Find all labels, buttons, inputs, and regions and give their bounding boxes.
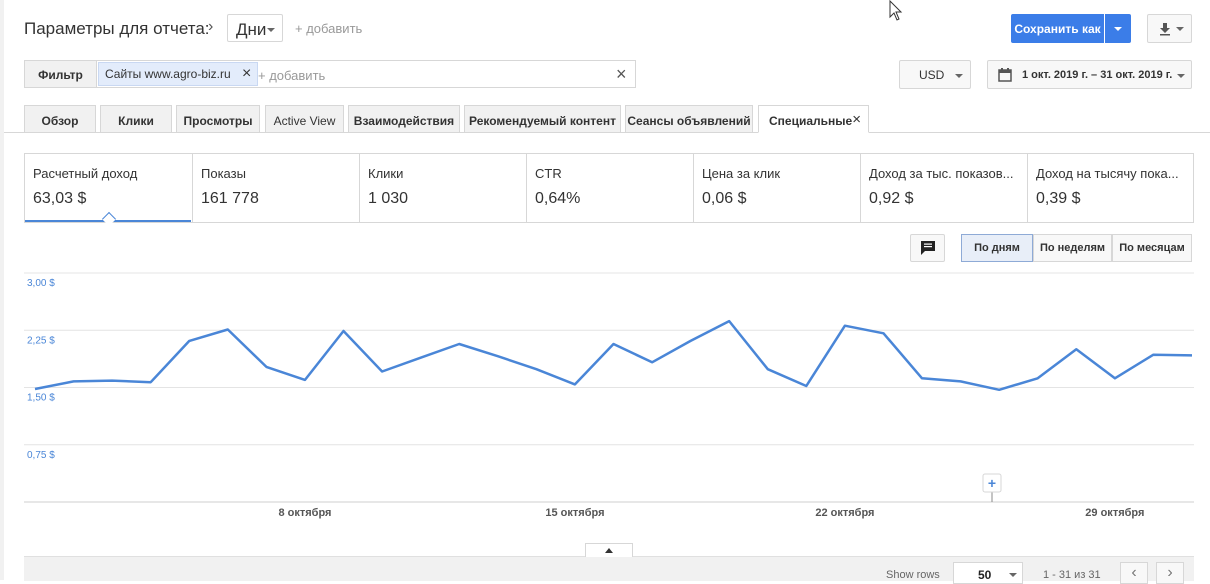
metric-rpm-impressions[interactable]: Доход за тыс. показов... 0,92 $	[860, 154, 1027, 222]
x-tick-label: 29 октября	[1085, 507, 1144, 519]
dimension-value: Дни	[236, 20, 267, 39]
plus-icon: +	[988, 475, 996, 491]
currency-dropdown[interactable]: USD	[899, 60, 971, 89]
calendar-icon	[998, 68, 1012, 82]
metric-label: Показы	[201, 166, 246, 181]
x-tick-label: 22 октября	[815, 507, 874, 519]
chevron-down-icon	[1009, 573, 1017, 577]
tab-label: Специальные	[769, 114, 853, 128]
tab-active-view[interactable]: Active View	[265, 105, 344, 133]
metric-value: 1 030	[368, 190, 409, 207]
tab-label: Клики	[118, 114, 154, 128]
tab-label: Взаимодействия	[353, 114, 455, 128]
selected-metric-caret	[101, 211, 117, 227]
metric-impressions[interactable]: Показы 161 778	[192, 154, 359, 222]
metric-value: 0,92 $	[869, 190, 914, 207]
metric-label: CTR	[535, 166, 562, 181]
y-tick-label: 1,50 $	[27, 393, 55, 404]
revenue-line-chart: 3,00 $ 2,25 $ 1,50 $ 0,75 $ 8 октября 15 октя…	[24, 272, 1194, 519]
tab-views[interactable]: Просмотры	[176, 105, 260, 133]
filter-chip-label: Сайты www.agro-biz.ru	[105, 67, 231, 81]
metric-label: Расчетный доход	[33, 166, 138, 181]
download-icon	[1160, 23, 1170, 36]
download-button[interactable]	[1147, 14, 1192, 43]
tab-interactions[interactable]: Взаимодействия	[348, 105, 460, 133]
metric-ctr[interactable]: CTR 0,64%	[526, 154, 693, 222]
metric-label: Клики	[368, 166, 404, 181]
previous-page-button[interactable]: ‹	[1120, 562, 1148, 584]
metric-value: 63,03 $	[33, 190, 87, 207]
show-rows-label: Show rows	[886, 569, 940, 581]
y-tick-label: 3,00 $	[27, 278, 55, 289]
save-options-dropdown[interactable]	[1105, 14, 1131, 43]
dimension-dropdown[interactable]: Дни	[227, 14, 283, 42]
date-range-value: 1 окт. 2019 г. – 31 окт. 2019 г.	[1022, 69, 1173, 81]
metric-value: 0,64%	[535, 190, 581, 207]
metric-estimated-revenue[interactable]: Расчетный доход 63,03 $	[25, 154, 192, 227]
metric-rpm-pages[interactable]: Доход на тысячу пока... 0,39 $	[1027, 154, 1193, 222]
rows-per-page-dropdown[interactable]: 50	[953, 562, 1023, 584]
next-page-button[interactable]: ›	[1156, 562, 1184, 584]
series-line	[34, 319, 1193, 392]
pagination-range: 1 - 31 из 31	[1043, 569, 1101, 581]
metric-value: 0,06 $	[702, 190, 747, 207]
chevron-right-icon: ›	[1167, 564, 1173, 581]
metric-value: 0,39 $	[1036, 190, 1081, 207]
collapse-chart-button[interactable]	[585, 543, 633, 557]
metric-label: Доход на тысячу пока...	[1036, 166, 1179, 181]
tab-label: Обзор	[41, 114, 79, 128]
tab-recommended-content[interactable]: Рекомендуемый контент	[464, 105, 621, 133]
remove-filter-icon[interactable]: ×	[242, 65, 251, 82]
chevron-down-icon	[955, 74, 963, 78]
granularity-week-button[interactable]: По неделям	[1033, 234, 1112, 262]
close-icon[interactable]: ×	[852, 111, 861, 128]
tab-ad-sessions[interactable]: Сеансы объявлений	[625, 105, 753, 133]
tab-label: Active View	[273, 114, 336, 128]
x-tick-label: 15 октября	[545, 507, 604, 519]
metric-label: Цена за клик	[702, 166, 781, 181]
tab-label: Просмотры	[183, 114, 253, 128]
tab-label: Рекомендуемый контент	[469, 114, 616, 128]
y-tick-label: 0,75 $	[27, 450, 55, 461]
comment-icon	[921, 241, 935, 255]
clear-filters-icon[interactable]: ×	[616, 64, 627, 85]
save-as-button[interactable]: Сохранить как	[1011, 14, 1104, 43]
add-filter-input[interactable]: + добавить	[258, 68, 325, 83]
add-dimension-link[interactable]: + добавить	[295, 21, 362, 36]
tab-custom[interactable]: Специальные ×	[758, 105, 869, 133]
chevron-left-icon: ‹	[1131, 564, 1137, 581]
mouse-cursor-icon	[889, 0, 903, 21]
granularity-month-button[interactable]: По месяцам	[1112, 234, 1192, 262]
tab-label: Сеансы объявлений	[627, 114, 751, 128]
y-tick-label: 2,25 $	[27, 335, 55, 346]
chevron-down-icon	[267, 28, 275, 32]
tab-overview[interactable]: Обзор	[24, 105, 96, 133]
report-params-label: Параметры для отчета:	[24, 19, 210, 38]
chevron-down-icon	[1176, 27, 1184, 31]
filter-button[interactable]: Фильтр	[25, 61, 97, 87]
metrics-scorecard: Расчетный доход 63,03 $ Показы 161 778 К…	[24, 153, 1194, 227]
chevron-down-icon	[1114, 27, 1122, 31]
chevron-up-icon	[605, 548, 613, 553]
metric-label: Доход за тыс. показов...	[869, 166, 1014, 181]
x-tick-label: 8 октября	[278, 507, 331, 519]
metric-value: 161 778	[201, 190, 259, 207]
annotations-button[interactable]	[910, 234, 945, 262]
chevron-down-icon	[1177, 74, 1185, 78]
filter-bar: Фильтр Сайты www.agro-biz.ru × + добавит…	[24, 60, 636, 88]
tab-clicks[interactable]: Клики	[100, 105, 172, 133]
granularity-day-button[interactable]: По дням	[961, 234, 1033, 262]
currency-value: USD	[919, 68, 945, 82]
metric-clicks[interactable]: Клики 1 030	[359, 154, 526, 222]
chevron-right-icon: ›	[208, 18, 214, 35]
filter-chip[interactable]: Сайты www.agro-biz.ru ×	[98, 62, 259, 86]
date-range-dropdown[interactable]: 1 окт. 2019 г. – 31 окт. 2019 г.	[987, 60, 1192, 89]
metric-cpc[interactable]: Цена за клик 0,06 $	[693, 154, 860, 222]
